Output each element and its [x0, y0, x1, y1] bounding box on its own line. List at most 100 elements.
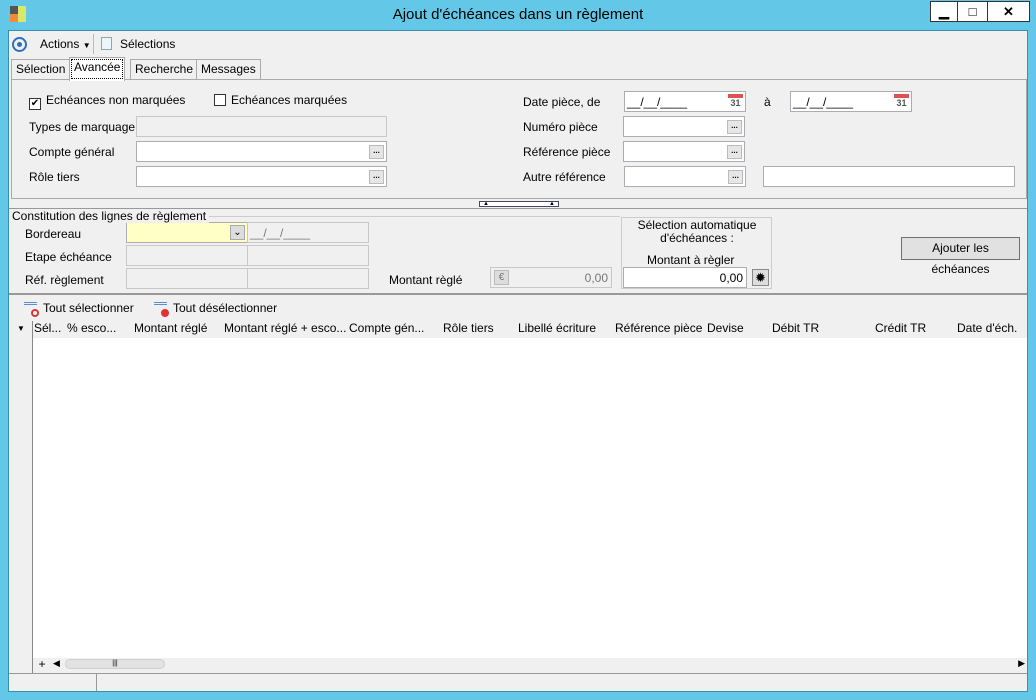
deselect-all-icon [154, 302, 169, 317]
column-header[interactable]: Référence pièce [615, 321, 702, 335]
tab-recherche[interactable]: Recherche [130, 59, 199, 79]
maximize-button[interactable]: □ [957, 1, 988, 22]
close-button[interactable]: ✕ [987, 1, 1030, 22]
bordereau-date-field: __/__/____ [247, 222, 369, 243]
splitter-collapse-button[interactable]: ▲ ▲ [479, 201, 559, 207]
horizontal-scrollbar[interactable]: ◀ ||| ▶ [51, 658, 1027, 671]
constitution-title: Constitution des lignes de règlement [12, 209, 210, 223]
marked-checkbox[interactable]: Echéances marquées [214, 93, 347, 107]
grid-body[interactable] [33, 338, 1027, 658]
montant-a-regler-value: 0,00 [719, 271, 743, 285]
scroll-left-icon[interactable]: ◀ [53, 658, 60, 669]
scroll-thumb[interactable]: ||| [65, 659, 165, 669]
selections-button[interactable]: Sélections [101, 37, 175, 51]
ellipsis-icon[interactable]: ... [727, 145, 742, 159]
ellipsis-icon[interactable]: ... [369, 170, 384, 184]
date-from-field[interactable]: __/__/____ 31 [624, 91, 746, 112]
column-header[interactable]: Rôle tiers [443, 321, 494, 335]
etape-label: Etape échéance [25, 250, 112, 264]
auto-selection-title: Sélection automatique d'échéances : [637, 218, 757, 245]
marked-label: Echéances marquées [231, 93, 348, 107]
to-label: à [764, 95, 771, 109]
column-header[interactable]: Crédit TR [875, 321, 926, 335]
column-header[interactable]: Date d'éch. [957, 321, 1017, 335]
column-header[interactable]: Montant réglé + esco... [224, 321, 346, 335]
ellipsis-icon[interactable]: ... [369, 145, 384, 159]
gear-icon[interactable]: ✹ [752, 269, 769, 286]
compte-general-field[interactable]: ... [136, 141, 387, 162]
column-header[interactable]: Sél... [34, 321, 61, 335]
select-all-button[interactable]: Tout sélectionner [24, 301, 134, 317]
montant-regle-value: 0,00 [584, 271, 608, 285]
autre-reference-extra-field[interactable] [763, 166, 1015, 187]
grid-header: ▼ Sél... % esco... Montant réglé Montant… [11, 321, 1027, 338]
autre-reference-field[interactable]: ... [624, 166, 746, 187]
checkbox-unchecked [214, 94, 226, 106]
etape-extra-field [247, 245, 369, 266]
reference-piece-label: Référence pièce [523, 145, 611, 159]
euro-icon: € [494, 270, 509, 285]
deselect-all-label: Tout désélectionner [173, 301, 278, 315]
date-to-value: __/__/____ [793, 95, 854, 109]
actions-menu[interactable]: Actions ▼ [40, 37, 91, 51]
etape-field [126, 245, 248, 266]
role-tiers-field[interactable]: ... [136, 166, 387, 187]
montant-regle-label: Montant règlé [389, 273, 463, 287]
unmarked-checkbox[interactable]: ✔ Echéances non marquées [29, 93, 185, 110]
date-piece-label: Date pièce, de [523, 95, 601, 109]
date-from-value: __/__/____ [627, 95, 688, 109]
tab-messages[interactable]: Messages [196, 59, 261, 79]
autre-reference-label: Autre référence [523, 170, 606, 184]
actions-label: Actions [40, 37, 80, 51]
column-header[interactable]: Devise [707, 321, 744, 335]
date-to-field[interactable]: __/__/____ 31 [790, 91, 912, 112]
column-header[interactable]: Montant réglé [134, 321, 207, 335]
ref-reglement-extra-field [247, 268, 369, 289]
select-all-icon [24, 302, 39, 317]
reference-piece-field[interactable]: ... [623, 141, 745, 162]
ref-reglement-field [126, 268, 248, 289]
montant-regle-field: €0,00 [490, 267, 612, 288]
grid-panel: Tout sélectionner Tout désélectionner ▼ … [11, 296, 1027, 673]
column-header[interactable]: % esco... [67, 321, 116, 335]
add-echeances-label: Ajouter les échéances [931, 241, 990, 276]
calendar-icon[interactable]: 31 [728, 94, 743, 109]
calendar-icon[interactable]: 31 [894, 94, 909, 109]
add-row-button[interactable]: + [35, 658, 49, 671]
column-header[interactable]: Libellé écriture [518, 321, 596, 335]
ref-reglement-label: Réf. règlement [25, 273, 104, 287]
unmarked-label: Echéances non marquées [46, 93, 186, 107]
column-header[interactable]: Compte gén... [349, 321, 424, 335]
montant-a-regler-field[interactable]: 0,00 [623, 267, 747, 288]
column-header[interactable]: Débit TR [772, 321, 819, 335]
window-title: Ajout d'échéances dans un règlement [392, 6, 644, 23]
tab-selection[interactable]: Sélection [11, 59, 71, 79]
status-cell [11, 674, 97, 691]
target-icon[interactable] [12, 37, 27, 52]
add-echeances-button[interactable]: Ajouter les échéances [901, 237, 1020, 276]
tab-avancee[interactable]: Avancée [69, 57, 126, 81]
selections-label: Sélections [120, 37, 176, 51]
numero-piece-label: Numéro pièce [523, 120, 598, 134]
double-chevron-down-icon[interactable]: ⌄ [230, 225, 245, 240]
bordereau-label: Bordereau [25, 227, 82, 241]
filter-panel: ✔ Echéances non marquées Echéances marqué… [11, 79, 1027, 199]
document-icon [101, 37, 112, 50]
scroll-right-icon[interactable]: ▶ [1018, 658, 1025, 669]
window-client: Actions ▼ Sélections Sélection Avancée R… [8, 30, 1028, 692]
column-menu-icon[interactable]: ▼ [17, 324, 25, 333]
numero-piece-field[interactable]: ... [623, 116, 745, 137]
role-tiers-label: Rôle tiers [29, 170, 80, 184]
types-marquage-field[interactable] [136, 116, 387, 137]
deselect-all-button[interactable]: Tout désélectionner [154, 301, 278, 317]
select-all-label: Tout sélectionner [43, 301, 134, 315]
status-bar [9, 673, 1027, 691]
bordereau-select[interactable]: ⌄ [126, 222, 248, 243]
montant-a-regler-label: Montant à règler [647, 253, 735, 267]
checkbox-checked: ✔ [29, 98, 41, 110]
ellipsis-icon[interactable]: ... [727, 120, 742, 134]
chevron-down-icon: ▼ [82, 41, 91, 50]
ellipsis-icon[interactable]: ... [728, 170, 743, 184]
minimize-button[interactable]: ▁ [930, 1, 958, 22]
compte-general-label: Compte général [29, 145, 115, 159]
